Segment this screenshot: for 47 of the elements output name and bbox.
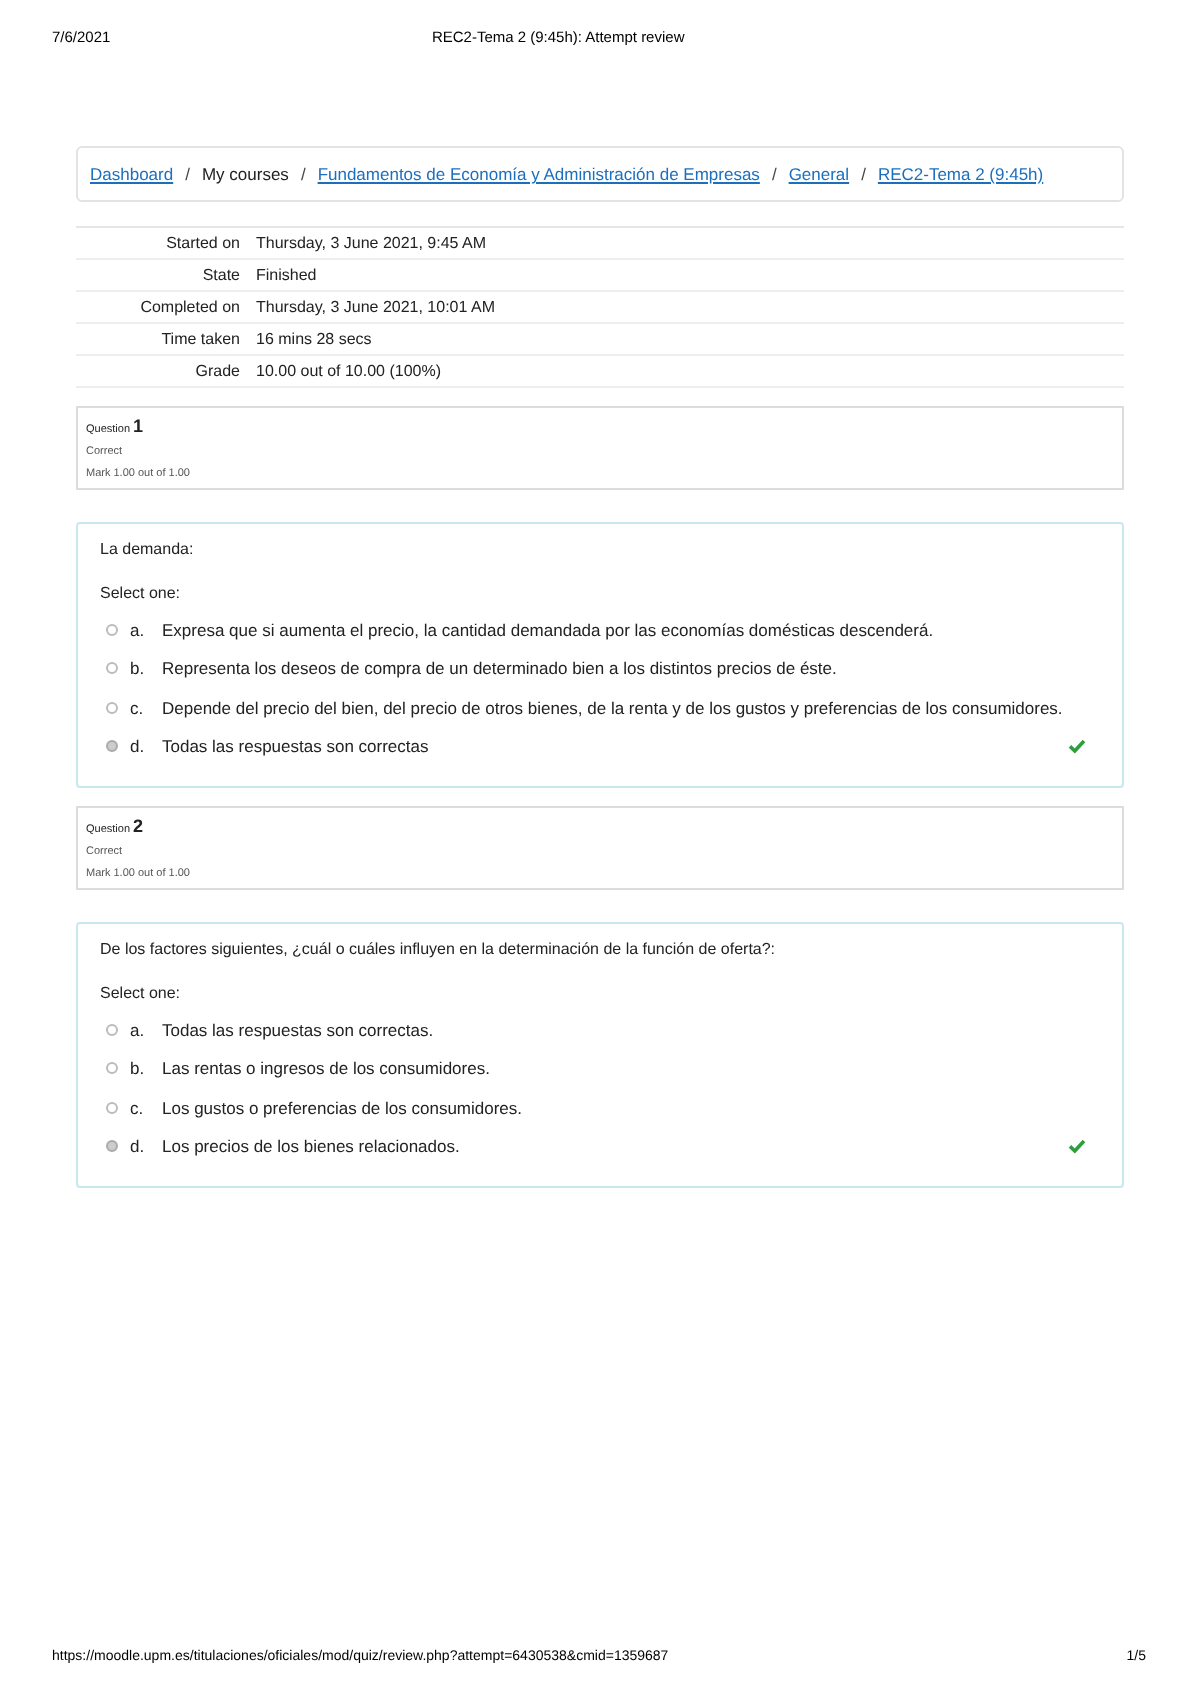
select-prompt: Select one: (100, 984, 183, 1002)
option-letter: a. (130, 1019, 147, 1040)
breadcrumb-separator: / (185, 164, 190, 184)
breadcrumb-text: My courses (201, 164, 289, 184)
summary-value: Thursday, 3 June 2021, 10:01 AM (256, 298, 495, 316)
option-text: Las rentas o ingresos de los consumidores. (162, 1058, 492, 1079)
option-text: Los gustos o preferencias de los consumidores. (162, 1097, 525, 1118)
radio-button[interactable] (106, 701, 118, 714)
option-letter: a. (130, 619, 147, 640)
summary-label: Started on (164, 234, 242, 252)
question-text: La demanda: (100, 540, 196, 558)
breadcrumb-separator: / (861, 164, 866, 184)
option-letter: b. (130, 1058, 147, 1079)
question-text: De los factores siguientes, ¿cuál o cuáles influyen en la determinación de la función de oferta?: (100, 940, 778, 958)
breadcrumb-link[interactable]: REC2-Tema 2 (9:45h) (877, 164, 1044, 184)
option-text: Los precios de los bienes relacionados. (162, 1136, 462, 1157)
breadcrumb-separator: / (300, 164, 306, 184)
radio-button[interactable] (106, 740, 118, 753)
option-text: Depende del precio del bien, del precio de otros bienes, de la renta y de los gustos y preferencias de los consumidores. (162, 697, 1065, 718)
summary-value: Finished (256, 266, 317, 284)
radio-button[interactable] (106, 1023, 118, 1036)
option-letter: c. (130, 697, 146, 718)
radio-button[interactable] (106, 1062, 118, 1075)
summary-value: 10.00 out of 10.00 (100%) (256, 362, 442, 380)
summary-value: 16 mins 28 secs (256, 330, 372, 348)
option-letter: d. (130, 736, 147, 757)
summary-label: Completed on (138, 298, 242, 316)
option-text: Representa los deseos de compra de un determinado bien a los distintos precios de éste. (162, 658, 839, 679)
option-text: Expresa que si aumenta el precio, la cantidad demandada por las economías domésticas descenderá. (162, 619, 936, 640)
option-letter: b. (130, 658, 147, 679)
radio-button[interactable] (106, 1101, 118, 1114)
option-letter: d. (130, 1136, 147, 1157)
breadcrumb-link[interactable]: Fundamentos de Economía y Administración de Empresas (317, 164, 760, 184)
summary-label: State (200, 266, 242, 284)
option-letter: c. (130, 1097, 146, 1118)
summary-label: Grade (193, 362, 242, 380)
breadcrumb-separator: / (771, 164, 777, 184)
option-text: Todas las respuestas son correctas (162, 736, 431, 757)
radio-button[interactable] (106, 1140, 118, 1153)
option-text: Todas las respuestas son correctas. (162, 1019, 436, 1040)
summary-value: Thursday, 3 June 2021, 9:45 AM (256, 234, 487, 252)
radio-button[interactable] (106, 623, 118, 636)
breadcrumb-link[interactable]: General (788, 164, 850, 184)
select-prompt: Select one: (100, 584, 183, 602)
radio-button[interactable] (106, 662, 118, 675)
breadcrumb-link[interactable]: Dashboard (90, 164, 174, 184)
summary-label: Time taken (159, 330, 242, 348)
